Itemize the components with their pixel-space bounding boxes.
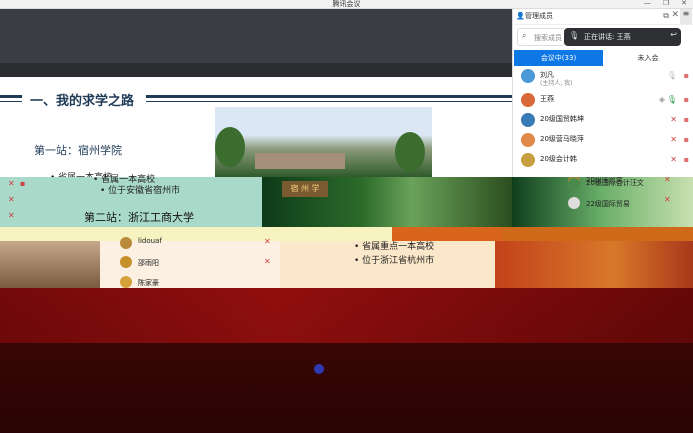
- glitch-band-2c: [502, 227, 693, 241]
- search-placeholder: 搜索成员: [534, 34, 562, 42]
- campus-photo: [215, 107, 432, 177]
- campus-photo-fragment-orange: [495, 241, 693, 288]
- muted-mic-icon[interactable]: ✕: [670, 135, 677, 144]
- avatar: [521, 113, 535, 127]
- tree-shape: [395, 132, 425, 172]
- heading-rule-left-thin: [0, 101, 22, 102]
- participant-name: 22级国际贸易: [586, 200, 630, 208]
- search-input[interactable]: ⌕ 搜索成员: [517, 28, 565, 46]
- panel-header: 👤 管理成员 ⧉ ✕ ≡: [513, 9, 693, 25]
- member-tabs: 会议中(33) 未入会: [513, 50, 693, 67]
- muted-mic-icon[interactable]: ✕: [670, 155, 677, 164]
- search-row: ⌕ 搜索成员 🎙 正在讲话: 王燕 ↩: [513, 27, 693, 49]
- bullet-station1-b: • 位于安徽省宿州市: [100, 186, 181, 196]
- camera-off-icon[interactable]: ▪: [684, 95, 689, 104]
- camera-off-icon[interactable]: ▪: [684, 155, 689, 164]
- glitch-red-band: [0, 288, 693, 343]
- station-1-title: 第一站：宿州学院: [34, 144, 122, 157]
- camera-off-icon[interactable]: ▪: [684, 115, 689, 124]
- muted-mic-icon: ✕: [264, 237, 271, 246]
- participant-row[interactable]: 20级国贸韩坤 ✕ ▪: [513, 111, 693, 131]
- heading-rule-right: [146, 95, 512, 98]
- title-bar: 腾讯会议 — ❐ ✕: [0, 0, 693, 9]
- microphone-active-icon[interactable]: 🎙: [667, 95, 677, 104]
- building-shape: [255, 153, 345, 169]
- avatar: [120, 256, 132, 268]
- microphone-icon[interactable]: 🎙: [667, 71, 677, 80]
- minimize-button[interactable]: —: [644, 0, 651, 7]
- glitch-band-right: 20级国贸奕 20级国际会计汪文 22级国际贸易 ✕ ✕: [512, 175, 693, 227]
- avatar: [521, 69, 535, 83]
- participant-name: 20级国际会计汪文: [586, 179, 644, 187]
- camera-off-icon[interactable]: ▪: [684, 71, 689, 80]
- participant-name: 20级国贸韩坤: [540, 115, 584, 123]
- avatar: [120, 237, 132, 249]
- participant-list-fragment: lidouaf 邵雨阳 陈家豪 ✕ ✕: [100, 237, 280, 288]
- campus-sign: 宿 州 学: [282, 181, 328, 197]
- participant-row[interactable]: 20级营马晓萍 ✕ ▪: [513, 131, 693, 151]
- heading-rule-left: [0, 95, 22, 98]
- participant-row[interactable]: 20级会计韩 ✕ ▪: [513, 151, 693, 171]
- panel-menu-button[interactable]: ≡: [680, 9, 692, 24]
- members-icon: 👤: [516, 12, 525, 20]
- close-icon[interactable]: ✕: [671, 10, 679, 20]
- participant-row[interactable]: 刘凡 (主持人, 我) 🎙 ▪: [513, 67, 693, 91]
- participant-list: 刘凡 (主持人, 我) 🎙 ▪ 王燕 ◈ 🎙 ▪ 20级国贸韩坤 ✕ ▪ 20级…: [513, 67, 693, 171]
- participant-name: 王燕: [540, 95, 554, 103]
- panel-title: 管理成员: [525, 12, 553, 20]
- avatar: [120, 276, 132, 288]
- close-window-button[interactable]: ✕: [681, 0, 687, 7]
- speaking-indicator: 🎙 正在讲话: 王燕 ↩: [564, 28, 681, 46]
- speaking-text: 正在讲话: 王燕: [584, 33, 631, 41]
- glitch-band-3: lidouaf 邵雨阳 陈家豪 ✕ ✕ • 省属重点一本高校 • 位于浙江省杭州…: [0, 237, 693, 288]
- maximize-button[interactable]: ❐: [663, 0, 669, 7]
- tab-not-joined[interactable]: 未入会: [603, 50, 693, 66]
- tree-shape: [215, 127, 245, 167]
- window-title: 腾讯会议: [332, 0, 361, 8]
- avatar: [568, 178, 580, 190]
- participant-name: 陈家豪: [138, 279, 159, 287]
- muted-mic-icon: ✕: [8, 195, 15, 204]
- bullet-station2-b: • 位于浙江省杭州市: [354, 256, 435, 266]
- slide-heading: 一、我的求学之路: [30, 94, 135, 109]
- muted-mic-icon: ✕: [8, 211, 15, 220]
- avatar: [521, 153, 535, 167]
- search-icon: ⌕: [522, 31, 527, 40]
- avatar: [568, 197, 580, 209]
- avatar: [521, 133, 535, 147]
- participant-role: (主持人, 我): [540, 80, 573, 87]
- member-panel: 👤 管理成员 ⧉ ✕ ≡ ⌕ 搜索成员 🎙 正在讲话: 王燕 ↩ 会议中(33)…: [512, 9, 693, 177]
- slide-fragment: • 省属重点一本高校 • 位于浙江省杭州市: [280, 241, 495, 288]
- muted-mic-icon: ✕: [8, 179, 15, 188]
- blue-artifact: [314, 364, 324, 374]
- bullet-station2-a: • 省属重点一本高校: [354, 242, 435, 252]
- participant-name: 邵雨阳: [138, 259, 159, 267]
- reply-icon[interactable]: ↩: [670, 30, 677, 39]
- campus-photo-fragment: [0, 241, 100, 288]
- shared-screen-toolbar: [0, 63, 512, 77]
- camera-off-icon: ▪: [20, 179, 26, 188]
- shield-icon: ◈: [658, 95, 665, 104]
- muted-mic-icon: ✕: [664, 195, 671, 204]
- participant-name: lidouaf: [138, 237, 162, 245]
- shared-screen-top: [0, 9, 512, 77]
- participant-name: 20级营马晓萍: [540, 135, 584, 143]
- glitch-bottom: [0, 288, 693, 433]
- popout-icon[interactable]: ⧉: [663, 11, 669, 21]
- muted-mic-icon: ✕: [264, 257, 271, 266]
- window-controls: — ❐ ✕: [644, 0, 687, 7]
- participant-row[interactable]: 王燕 ◈ 🎙 ▪: [513, 91, 693, 111]
- heading-rule-right-thin: [146, 101, 512, 102]
- station-2-title: 第二站：浙江工商大学: [84, 211, 194, 224]
- camera-off-icon[interactable]: ▪: [684, 135, 689, 144]
- microphone-icon: 🎙: [569, 31, 580, 40]
- campus-gate-photo: 宿 州 学: [262, 177, 512, 227]
- participant-name: 20级会计韩: [540, 155, 577, 163]
- muted-mic-icon[interactable]: ✕: [670, 115, 677, 124]
- tab-in-meeting[interactable]: 会议中(33): [514, 50, 603, 66]
- avatar: [521, 93, 535, 107]
